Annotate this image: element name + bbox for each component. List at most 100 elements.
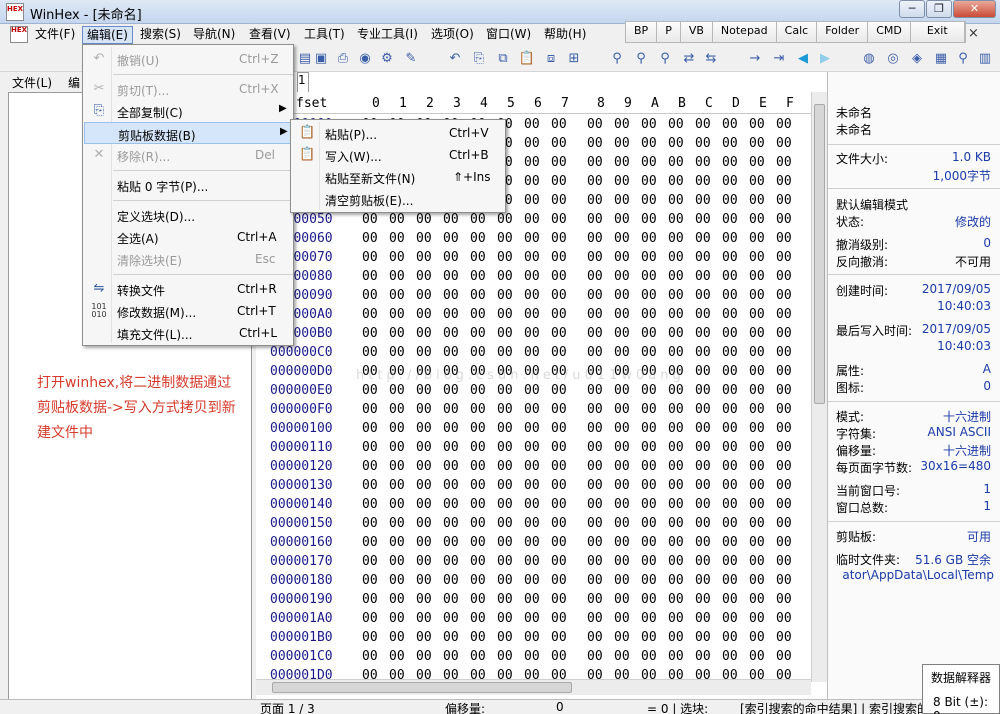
hex-byte[interactable]: 00 [722,117,738,132]
hex-byte[interactable]: 00 [524,478,540,493]
hex-byte[interactable]: 00 [497,231,513,246]
hex-byte[interactable]: 00 [587,288,603,303]
hex-byte[interactable]: 00 [389,554,405,569]
forward-arrow-icon[interactable]: ▶ [816,50,834,67]
hex-byte[interactable]: 00 [776,345,792,360]
hex-byte[interactable]: 00 [443,307,459,322]
hex-byte[interactable]: 00 [695,307,711,322]
hex-byte[interactable]: 00 [551,592,567,607]
hex-byte[interactable]: 00 [695,611,711,626]
hex-byte[interactable]: 00 [668,459,684,474]
hex-byte[interactable]: 00 [668,136,684,151]
hex-byte[interactable]: 00 [497,611,513,626]
hex-byte[interactable]: 00 [749,345,765,360]
maximize-button[interactable]: ❐ [926,0,952,18]
hex-byte[interactable]: 00 [614,345,630,360]
hex-byte[interactable]: 00 [776,250,792,265]
menu-clear-clipboard[interactable]: 清空剪贴板(E)... [291,188,505,210]
menu-window[interactable]: 窗口(W) [482,26,535,44]
hex-byte[interactable]: 00 [776,383,792,398]
hex-byte[interactable]: 00 [614,269,630,284]
table-row[interactable]: 000000A0 00 00 00 00 00 00 00 00 00 00 00 00 00 00 00 00 [256,306,816,325]
hex-byte[interactable]: 00 [524,535,540,550]
hex-byte[interactable]: 00 [389,497,405,512]
hex-byte[interactable]: 00 [722,459,738,474]
hex-byte[interactable]: 00 [695,383,711,398]
hex-byte[interactable]: 00 [695,478,711,493]
hex-byte[interactable]: 00 [614,117,630,132]
hex-byte[interactable]: 00 [497,345,513,360]
hex-byte[interactable]: 00 [641,117,657,132]
hex-byte[interactable]: 00 [749,478,765,493]
hex-byte[interactable]: 00 [443,497,459,512]
hex-byte[interactable]: 00 [389,326,405,341]
hex-byte[interactable]: 00 [470,440,486,455]
hex-byte[interactable]: 00 [551,117,567,132]
hex-byte[interactable]: 00 [695,269,711,284]
hex-byte[interactable]: 00 [614,630,630,645]
drive-icon[interactable]: ◉ [356,50,374,67]
hex-byte[interactable]: 00 [470,250,486,265]
hex-byte[interactable]: 00 [389,535,405,550]
bp-button[interactable]: BP [626,22,658,42]
hex-byte[interactable]: 00 [695,250,711,265]
hex-byte[interactable]: 00 [551,459,567,474]
hex-byte[interactable]: 00 [695,516,711,531]
hex-byte[interactable]: 00 [470,307,486,322]
menu-search[interactable]: 搜索(S) [136,26,185,44]
hex-byte[interactable]: 00 [695,193,711,208]
hex-byte[interactable]: 00 [524,649,540,664]
disk-icon[interactable]: ◍ [860,50,878,67]
hex-byte[interactable]: 00 [641,136,657,151]
hex-byte[interactable]: 00 [470,345,486,360]
hex-byte[interactable]: 00 [722,573,738,588]
menu-tools[interactable]: 工具(T) [300,26,349,44]
hex-byte[interactable]: 00 [470,326,486,341]
paste-icon[interactable]: 📋 [518,50,536,67]
hex-byte[interactable]: 00 [443,592,459,607]
table-row[interactable]: 00000170 00 00 00 00 00 00 00 00 00 00 00 00 00 00 00 00 [256,553,816,572]
hex-byte[interactable]: 00 [524,554,540,569]
menu-clipboard-data[interactable]: 剪贴板数据(B) ▶ [84,122,292,144]
find-icon[interactable]: ⚲ [608,50,626,67]
table-row[interactable]: 00000150 00 00 00 00 00 00 00 00 00 00 00 00 00 00 00 00 [256,515,816,534]
hex-byte[interactable]: 00 [389,421,405,436]
ram-icon[interactable]: ◎ [884,50,902,67]
hex-byte[interactable]: 00 [641,573,657,588]
hex-byte[interactable]: 00 [416,573,432,588]
hex-byte[interactable]: 00 [551,326,567,341]
hex-byte[interactable]: 00 [749,497,765,512]
menu-paste-zero-bytes[interactable]: 粘贴 0 字节(P)... [83,174,293,196]
menu-select-all[interactable]: 全选(A) Ctrl+A [83,226,293,248]
hex-byte[interactable]: 00 [587,611,603,626]
hex-byte[interactable]: 00 [776,193,792,208]
hex-byte[interactable]: 00 [443,383,459,398]
hex-byte[interactable]: 00 [614,136,630,151]
hex-byte[interactable]: 00 [695,592,711,607]
hex-byte[interactable]: 00 [776,155,792,170]
hex-byte[interactable]: 00 [695,535,711,550]
horizontal-scrollbar[interactable] [256,679,811,695]
hex-byte[interactable]: 00 [749,383,765,398]
hex-byte[interactable]: 00 [668,402,684,417]
hex-byte[interactable]: 00 [362,649,378,664]
quickbar-close-icon[interactable]: × [968,26,979,41]
hex-byte[interactable]: 00 [587,193,603,208]
hex-byte[interactable]: 00 [524,117,540,132]
save-icon[interactable]: ▣ [312,50,330,67]
hex-byte[interactable]: 00 [587,573,603,588]
hex-byte[interactable]: 00 [389,307,405,322]
hex-byte[interactable]: 00 [470,288,486,303]
hex-byte[interactable]: 00 [470,459,486,474]
notepad-button[interactable]: Notepad [712,22,777,42]
hex-byte[interactable]: 00 [722,288,738,303]
hex-byte[interactable]: 00 [587,345,603,360]
hex-byte[interactable]: 00 [776,288,792,303]
hex-byte[interactable]: 00 [362,269,378,284]
hex-byte[interactable]: 00 [524,383,540,398]
vertical-scrollbar[interactable] [811,92,827,682]
hex-byte[interactable]: 00 [695,174,711,189]
hex-byte[interactable]: 00 [668,478,684,493]
hex-byte[interactable]: 00 [641,649,657,664]
hex-byte[interactable]: 00 [776,497,792,512]
